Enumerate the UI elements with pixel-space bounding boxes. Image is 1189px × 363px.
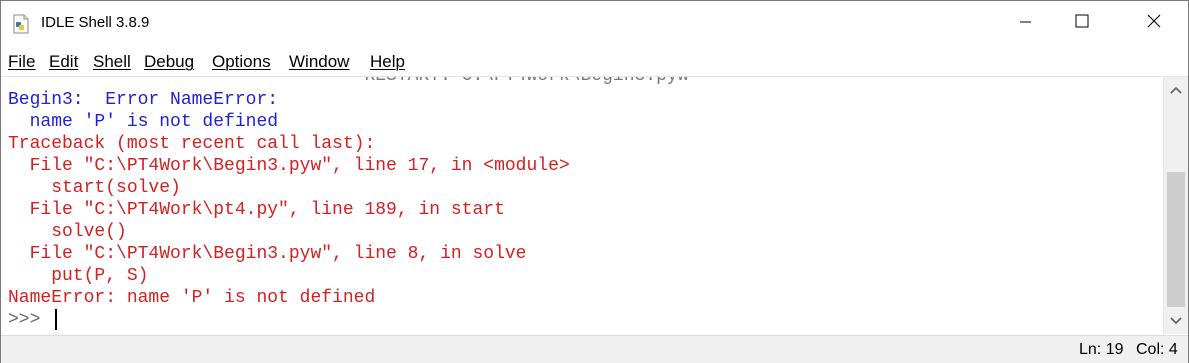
menu-debug[interactable]: Debug — [144, 52, 194, 72]
output-line: name 'P' is not defined — [8, 112, 279, 132]
title-bar[interactable]: IDLE Shell 3.8.9 — [1, 1, 1188, 46]
python-idle-icon — [11, 14, 31, 34]
traceback-line: Traceback (most recent call last): — [8, 134, 376, 154]
vertical-scrollbar[interactable] — [1163, 77, 1188, 334]
window-title: IDLE Shell 3.8.9 — [41, 14, 150, 31]
chevron-up-icon — [1170, 81, 1182, 99]
shell-prompt: >>> — [8, 310, 41, 330]
scroll-down-button[interactable] — [1164, 310, 1188, 332]
error-message-line: NameError: name 'P' is not defined — [8, 288, 376, 308]
maximize-icon — [1075, 14, 1089, 33]
scroll-up-button[interactable] — [1164, 79, 1188, 101]
traceback-line: File "C:\PT4Work\Begin3.pyw", line 8, in… — [8, 244, 527, 264]
menu-shell[interactable]: Shell — [93, 52, 131, 72]
status-bar: Ln: 19 Col: 4 — [1, 335, 1188, 363]
traceback-line: start(solve) — [8, 178, 181, 198]
menu-edit[interactable]: Edit — [49, 52, 78, 72]
chevron-down-icon — [1170, 312, 1182, 330]
traceback-line: File "C:\PT4Work\pt4.py", line 189, in s… — [8, 200, 505, 220]
close-icon — [1147, 14, 1161, 33]
minimize-icon — [1020, 15, 1032, 33]
maximize-button[interactable] — [1059, 1, 1105, 46]
close-button[interactable] — [1131, 1, 1177, 46]
idle-shell-window: IDLE Shell 3.8.9 File Edit Shell Debug O… — [0, 0, 1189, 363]
menu-file[interactable]: File — [8, 52, 35, 72]
shell-text-area[interactable]: ================================ RESTART… — [1, 77, 1163, 334]
traceback-line: File "C:\PT4Work\Begin3.pyw", line 17, i… — [8, 156, 570, 176]
menu-window[interactable]: Window — [289, 52, 349, 72]
text-cursor — [55, 309, 57, 330]
traceback-line: solve() — [8, 222, 127, 242]
menu-bar: File Edit Shell Debug Options Window Hel… — [1, 46, 1188, 77]
traceback-line: put(P, S) — [8, 266, 149, 286]
minimize-button[interactable] — [1003, 1, 1049, 46]
menu-help[interactable]: Help — [370, 52, 405, 72]
restart-separator: ================================ RESTART… — [8, 77, 1045, 87]
scroll-thumb[interactable] — [1167, 172, 1185, 307]
menu-options[interactable]: Options — [212, 52, 271, 72]
output-line: Begin3: Error NameError: — [8, 90, 279, 110]
status-line-number: Ln: 19 — [1079, 341, 1124, 358]
status-column-number: Col: 4 — [1136, 341, 1178, 358]
